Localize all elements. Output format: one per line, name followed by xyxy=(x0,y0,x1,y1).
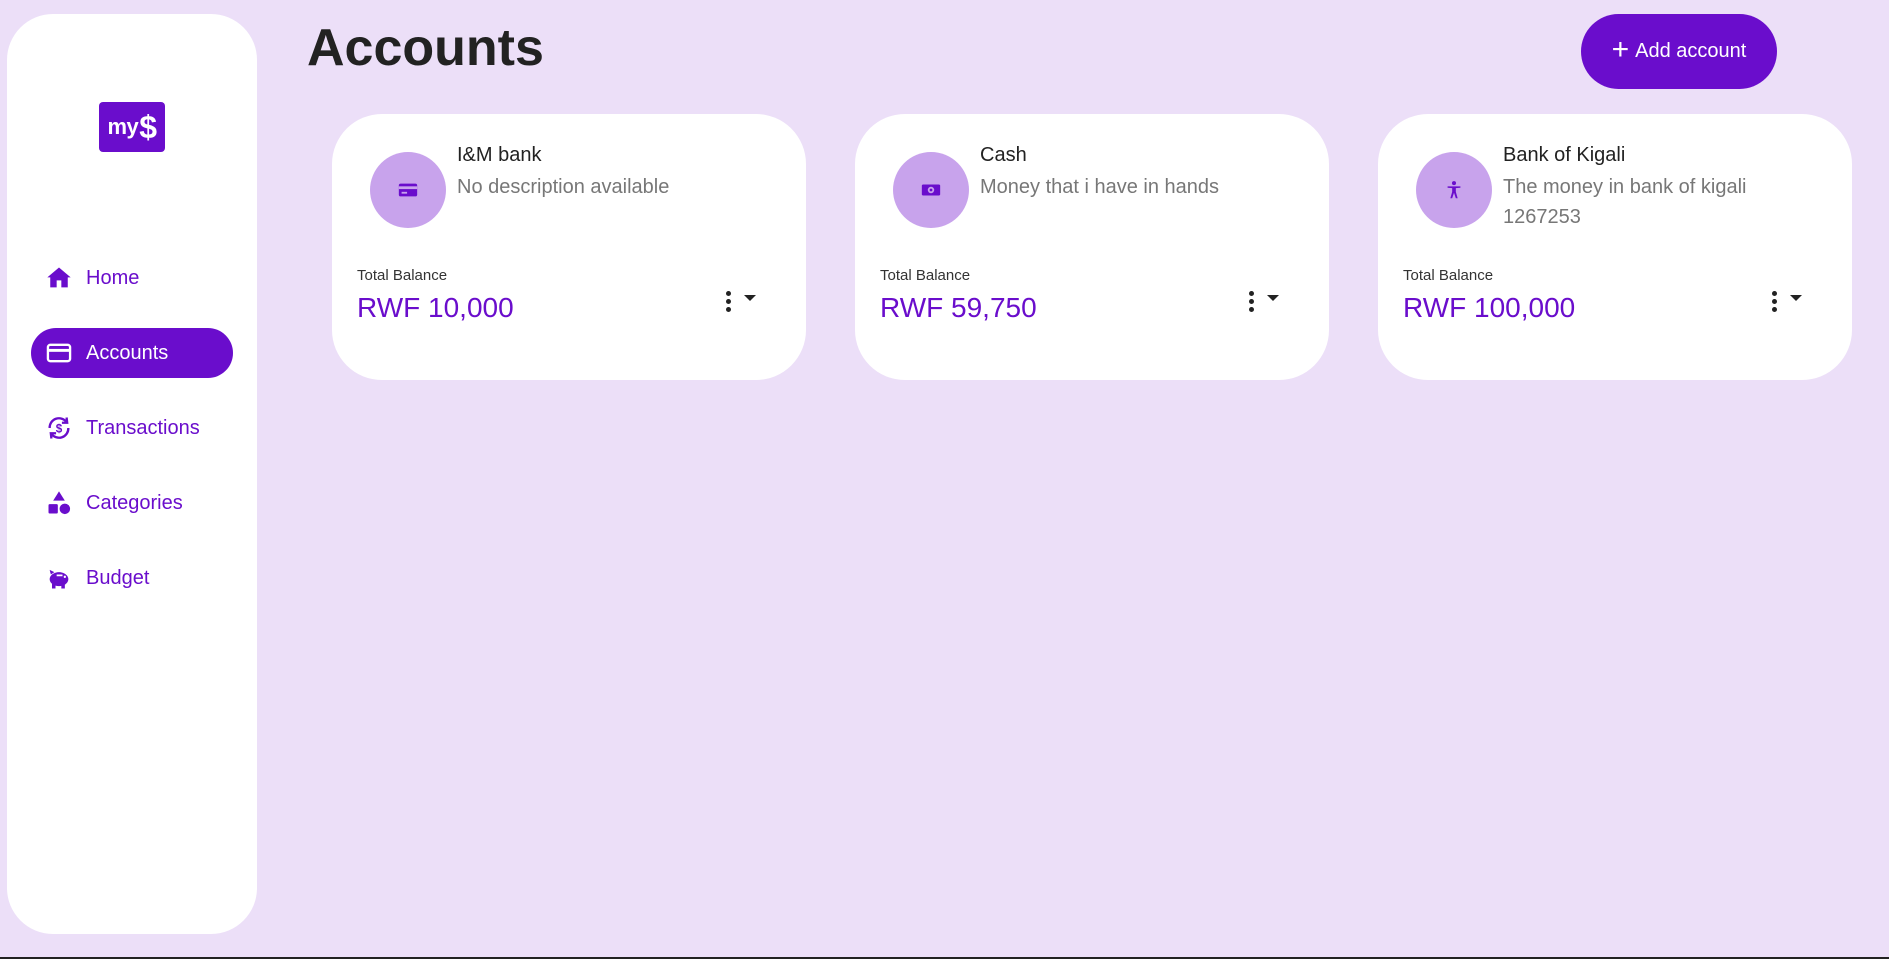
sidebar-item-label: Accounts xyxy=(86,341,169,364)
add-account-button[interactable]: + Add account xyxy=(1581,14,1777,89)
shapes-icon xyxy=(44,488,74,518)
account-balance: RWF 100,000 xyxy=(1403,292,1576,323)
balance-label: Total Balance xyxy=(880,267,971,284)
app-logo[interactable]: my $ xyxy=(99,102,165,152)
logo-text: my xyxy=(107,114,139,139)
account-menu-button[interactable] xyxy=(722,286,772,316)
account-description: Money that i have in hands xyxy=(980,176,1220,198)
account-name: Cash xyxy=(980,144,1027,166)
piggy-bank-icon xyxy=(44,563,74,593)
sidebar-item-home[interactable]: Home xyxy=(31,253,233,303)
account-balance: RWF 10,000 xyxy=(357,292,514,323)
sidebar-item-categories[interactable]: Categories xyxy=(31,478,233,528)
balance-label: Total Balance xyxy=(357,267,448,284)
account-menu-button[interactable] xyxy=(1245,286,1295,316)
sidebar-item-budget[interactable]: Budget xyxy=(31,553,233,603)
sidebar-item-label: Transactions xyxy=(86,416,200,439)
caret-down-icon xyxy=(1267,295,1279,301)
account-description: The money in bank of kigali 1267253 xyxy=(1503,176,1747,228)
page-title: Accounts xyxy=(307,19,544,77)
sidebar: my $ Home Accounts $ Transactions Categor… xyxy=(7,14,257,934)
account-name: Bank of Kigali xyxy=(1503,144,1626,166)
balance-label: Total Balance xyxy=(1403,267,1494,284)
credit-card-icon xyxy=(370,152,446,228)
account-name: I&M bank xyxy=(457,144,542,166)
money-bill-icon xyxy=(893,152,969,228)
account-description: No description available xyxy=(457,176,670,198)
more-vertical-icon xyxy=(722,290,734,312)
transactions-icon: $ xyxy=(44,413,74,443)
sidebar-item-label: Categories xyxy=(86,491,183,514)
sidebar-item-transactions[interactable]: $ Transactions xyxy=(31,403,233,453)
sidebar-nav: Home Accounts $ Transactions Categories … xyxy=(31,253,233,628)
person-icon xyxy=(1416,152,1492,228)
account-card-im-bank[interactable]: I&M bank No description available Total … xyxy=(332,114,806,380)
card-icon xyxy=(44,338,74,368)
caret-down-icon xyxy=(1790,295,1802,301)
svg-text:$: $ xyxy=(56,423,63,436)
more-vertical-icon xyxy=(1245,290,1257,312)
more-vertical-icon xyxy=(1768,290,1780,312)
account-balance: RWF 59,750 xyxy=(880,292,1037,323)
account-menu-button[interactable] xyxy=(1768,286,1818,316)
sidebar-item-label: Home xyxy=(86,266,140,289)
caret-down-icon xyxy=(744,295,756,301)
plus-icon: + xyxy=(1611,33,1630,66)
logo-symbol: $ xyxy=(139,108,157,145)
home-icon xyxy=(44,263,74,293)
account-card-bank-of-kigali[interactable]: Bank of Kigali The money in bank of kiga… xyxy=(1378,114,1852,380)
sidebar-item-accounts[interactable]: Accounts xyxy=(31,328,233,378)
sidebar-item-label: Budget xyxy=(86,566,150,589)
account-card-cash[interactable]: Cash Money that i have in hands Total Ba… xyxy=(855,114,1329,380)
add-account-label: Add account xyxy=(1635,40,1747,62)
